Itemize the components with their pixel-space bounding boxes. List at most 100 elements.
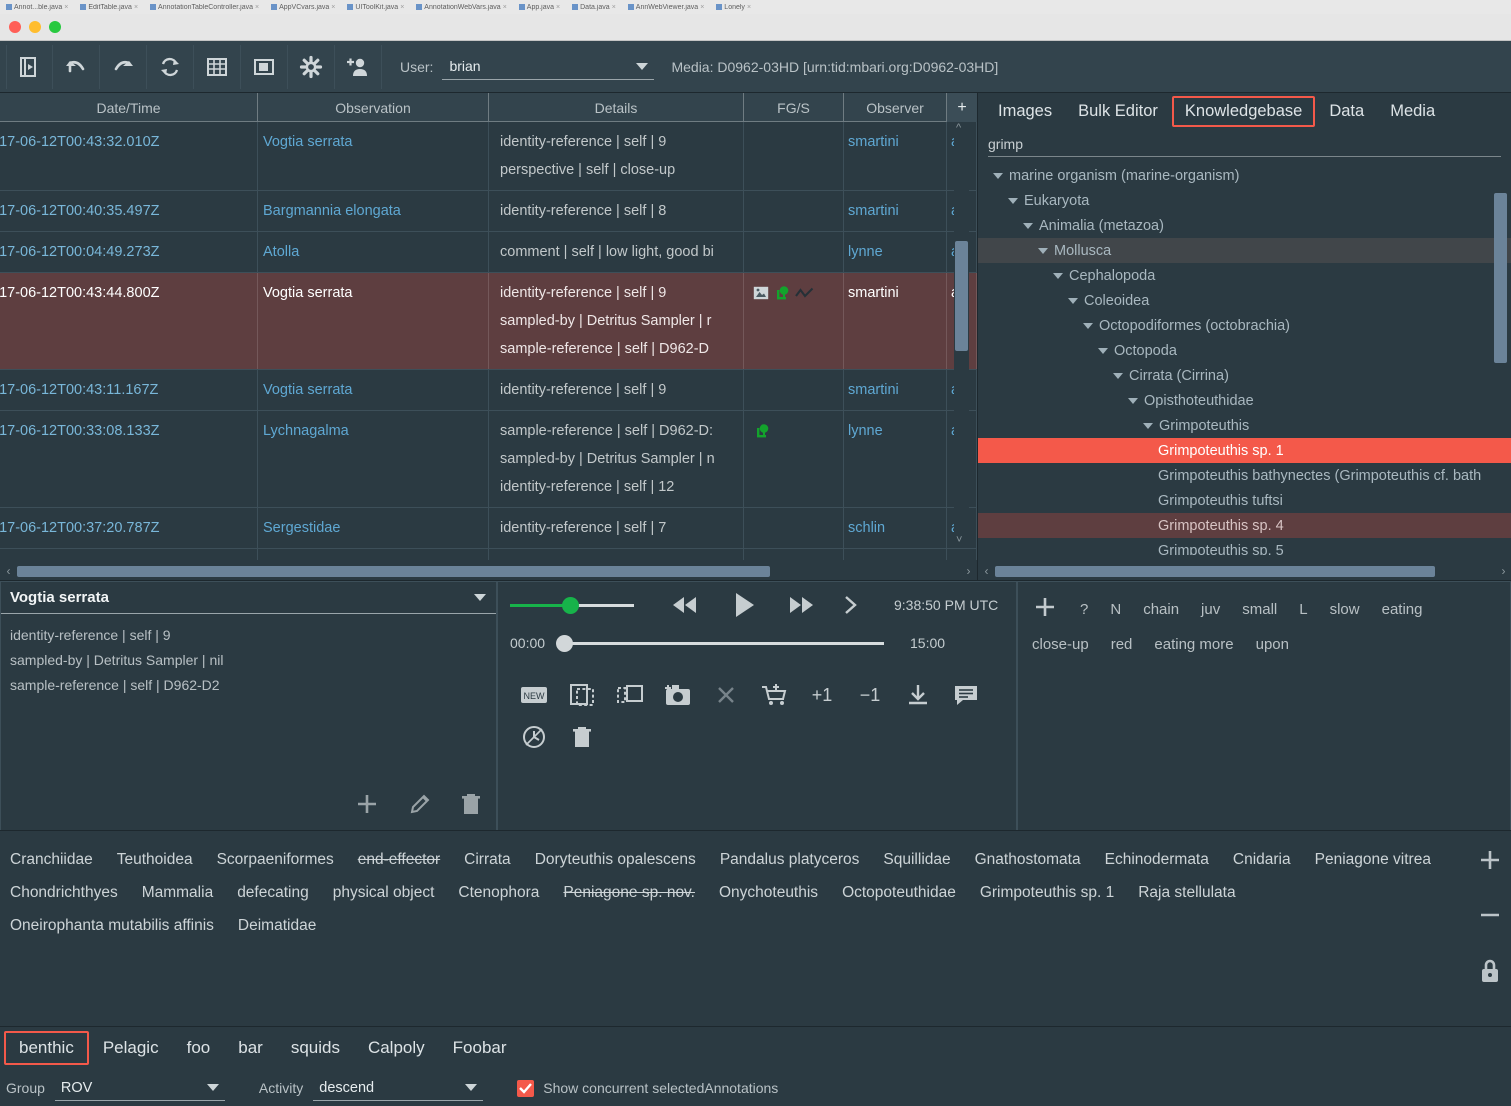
tree-node[interactable]: Grimpoteuthis sp. 4 (978, 513, 1511, 538)
redo-icon[interactable] (100, 45, 147, 89)
tag-item[interactable]: eating more (1154, 631, 1233, 659)
tree-node[interactable]: Opisthoteuthidae (978, 388, 1511, 413)
tree-node[interactable]: Grimpoteuthis sp. 5 (978, 538, 1511, 555)
add-column-button[interactable]: + (947, 93, 977, 122)
volume-slider[interactable] (510, 604, 634, 607)
sample-tree-icon[interactable] (773, 285, 791, 301)
close-icon[interactable]: × (700, 4, 704, 11)
chevron-down-icon[interactable] (1053, 273, 1063, 279)
tree-node[interactable]: Octopoda (978, 338, 1511, 363)
activity-select[interactable]: descend (313, 1075, 483, 1101)
increment-button[interactable]: +1 (798, 674, 846, 716)
copy-selection-button[interactable] (558, 674, 606, 716)
concept-item[interactable]: Cirrata (464, 845, 511, 874)
user-select[interactable]: brian (442, 54, 654, 80)
close-icon[interactable]: × (255, 4, 259, 11)
tag-item[interactable]: eating (1382, 596, 1423, 624)
column-header-details[interactable]: Details (489, 93, 744, 122)
tab-bulk-editor[interactable]: Bulk Editor (1066, 97, 1170, 126)
chevron-down-icon[interactable] (1068, 298, 1078, 304)
os-tab[interactable]: Lonely× (710, 4, 757, 11)
fast-forward-button[interactable] (776, 594, 828, 616)
tag-item[interactable]: chain (1143, 596, 1179, 624)
chevron-down-icon[interactable] (1083, 323, 1093, 329)
tag-item[interactable]: N (1110, 596, 1121, 624)
seek-slider[interactable] (562, 642, 884, 645)
table-row[interactable]: 017-06-12T00:37:20.787ZSergestidaeidenti… (0, 508, 977, 549)
tag-item[interactable]: small (1242, 596, 1277, 624)
tab-knowledgebase[interactable]: Knowledgebase (1172, 96, 1315, 127)
add-to-cart-button[interactable] (750, 674, 798, 716)
table-row[interactable]: 017-06-12T00:04:49.273ZAtollacomment | s… (0, 232, 977, 273)
chevron-down-icon[interactable] (1128, 398, 1138, 404)
close-icon[interactable]: × (331, 4, 335, 11)
concept-item[interactable]: Octopoteuthidae (842, 878, 956, 907)
column-header-observation[interactable]: Observation (258, 93, 489, 122)
concept-item[interactable]: Gnathostomata (975, 845, 1081, 874)
tag-item[interactable]: upon (1256, 631, 1289, 659)
scroll-down-arrow[interactable]: ˅ (956, 534, 962, 546)
tab-media[interactable]: Media (1378, 97, 1447, 126)
column-header-observer[interactable]: Observer (844, 93, 947, 122)
close-icon[interactable]: × (747, 4, 751, 11)
knowledgebase-vertical-scrollbar[interactable] (1494, 193, 1507, 443)
seek-knob[interactable] (556, 635, 573, 652)
concept-item[interactable]: Peniagone vitrea (1315, 845, 1431, 874)
bottom-tab-pelagic[interactable]: Pelagic (89, 1032, 173, 1064)
refresh-icon[interactable] (147, 45, 194, 89)
decrement-button[interactable]: −1 (846, 674, 894, 716)
concept-item[interactable]: Deimatidae (238, 911, 316, 940)
os-tab[interactable]: UIToolKit.java× (341, 4, 410, 11)
column-header-fgs[interactable]: FG/S (744, 93, 844, 122)
tag-item[interactable]: close-up (1032, 631, 1089, 659)
bottom-tab-squids[interactable]: squids (277, 1032, 354, 1064)
new-annotation-button[interactable]: NEW (510, 674, 558, 716)
tree-node[interactable]: Grimpoteuthis sp. 1 (978, 438, 1511, 463)
scroll-up-arrow[interactable]: ^ (956, 122, 961, 134)
table-row[interactable]: 017-06-12T00:33:08.133ZLychnagalmasample… (0, 411, 977, 508)
close-icon[interactable]: × (134, 4, 138, 11)
panel-icon[interactable] (241, 45, 288, 89)
horizontal-scroll-thumb[interactable] (17, 566, 770, 577)
table-row[interactable]: 017-06-12T00:43:32.010ZVogtia serrataide… (0, 122, 977, 191)
concept-item[interactable]: Grimpoteuthis sp. 1 (980, 878, 1114, 907)
delete-association-button[interactable] (460, 791, 482, 822)
tree-node[interactable]: Octopodiformes (octobrachia) (978, 313, 1511, 338)
kb-scroll-left-arrow[interactable]: ‹ (978, 564, 995, 578)
tab-images[interactable]: Images (986, 97, 1064, 126)
os-tab[interactable]: EditTable.java× (74, 4, 144, 11)
add-user-icon[interactable] (335, 45, 382, 89)
maximize-window-button[interactable] (49, 21, 61, 33)
image-icon[interactable] (753, 286, 769, 300)
concept-item[interactable]: Mammalia (142, 878, 213, 907)
concept-item[interactable]: Teuthoidea (117, 845, 193, 874)
delete-button[interactable] (558, 716, 606, 758)
zoom-out-button[interactable] (1477, 902, 1503, 933)
bottom-tab-foobar[interactable]: Foobar (439, 1032, 521, 1064)
table-horizontal-scrollbar[interactable]: ‹ › (0, 562, 977, 580)
kb-vertical-scroll-thumb[interactable] (1494, 193, 1507, 363)
os-tab[interactable]: AnnotationTableController.java× (144, 4, 265, 11)
close-icon[interactable]: × (64, 4, 68, 11)
table-row[interactable]: 017-06-12T00:40:35.497ZBargmannia elonga… (0, 191, 977, 232)
os-tab[interactable]: Data.java× (566, 4, 622, 11)
bottom-tab-benthic[interactable]: benthic (4, 1031, 89, 1065)
bottom-tab-foo[interactable]: foo (173, 1032, 225, 1064)
chevron-down-icon[interactable] (1023, 223, 1033, 229)
zoom-in-button[interactable] (1477, 847, 1503, 878)
association-row[interactable]: identity-reference | self | 9 (10, 623, 487, 648)
gear-icon[interactable] (288, 45, 335, 89)
tag-item[interactable]: red (1111, 631, 1133, 659)
table-row[interactable]: 017-06-12T00:43:44.800ZVogtia serrataide… (0, 273, 977, 370)
association-row[interactable]: sample-reference | self | D962-D2 (10, 673, 487, 698)
lock-button[interactable] (1477, 957, 1503, 990)
close-window-button[interactable] (9, 21, 21, 33)
tree-node[interactable]: Grimpoteuthis bathynectes (Grimpoteuthis… (978, 463, 1511, 488)
tag-item[interactable]: slow (1330, 596, 1360, 624)
next-frame-button[interactable] (828, 593, 872, 617)
tree-node[interactable]: Grimpoteuthis tuftsi (978, 488, 1511, 513)
os-tab[interactable]: AnnWebViewer.java× (622, 4, 711, 11)
concept-item[interactable]: Echinodermata (1105, 845, 1209, 874)
concept-item[interactable]: Onychoteuthis (719, 878, 818, 907)
knowledgebase-search-input[interactable]: grimp (988, 131, 1501, 157)
